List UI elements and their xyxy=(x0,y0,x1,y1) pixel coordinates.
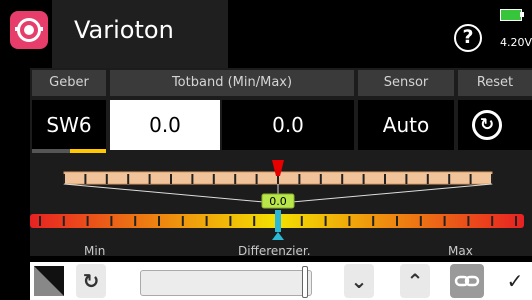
value-label: 0.0 xyxy=(269,195,287,208)
left-connector-line xyxy=(63,183,265,203)
speaker-center xyxy=(24,25,34,35)
col-header-reset: Reset xyxy=(458,70,532,96)
speaker-icon[interactable] xyxy=(10,11,48,49)
question-mark-icon[interactable]: ? xyxy=(454,24,482,52)
chevron-up-icon[interactable]: ⌃ xyxy=(400,264,430,298)
battery-icon xyxy=(500,9,522,21)
totband-min-field[interactable]: 0.0 xyxy=(110,100,220,150)
battery-tip xyxy=(520,12,524,17)
toolbar-left-edge xyxy=(0,262,30,300)
lower-marker xyxy=(275,210,281,232)
value-slider[interactable] xyxy=(140,270,312,296)
geber-value[interactable]: SW6 xyxy=(32,100,106,150)
speaker-right-wave xyxy=(39,27,43,31)
reset-button[interactable]: ↻ xyxy=(76,264,106,298)
check-icon[interactable]: ✓ xyxy=(500,264,530,298)
scale-diff-label: Differenzier. xyxy=(238,244,311,258)
link-icon[interactable] xyxy=(450,264,484,298)
sensor-select[interactable]: Auto xyxy=(358,100,454,150)
battery-voltage: 4.20V xyxy=(500,36,532,49)
title-box: Varioton xyxy=(52,0,228,68)
lower-marker-arrow xyxy=(272,232,284,240)
col-header-geber: Geber xyxy=(32,70,106,96)
col-header-totband: Totband (Min/Max) xyxy=(110,70,354,96)
speaker-left-wave xyxy=(15,27,19,31)
totband-max-field[interactable]: 0.0 xyxy=(222,100,354,150)
slider-thumb[interactable] xyxy=(302,266,308,298)
chevron-down-icon[interactable]: ⌄ xyxy=(344,264,374,298)
scale-max-label: Max xyxy=(448,244,473,258)
scale-min-label: Min xyxy=(84,244,106,258)
deadband-graph: 0.0 xyxy=(30,160,524,240)
page-title: Varioton xyxy=(74,16,174,44)
col-header-sensor: Sensor xyxy=(358,70,454,96)
reset-icon[interactable]: ↻ xyxy=(472,110,502,140)
geber-indicator xyxy=(70,149,106,153)
right-connector-line xyxy=(291,183,493,203)
corner-icon[interactable] xyxy=(34,266,64,296)
